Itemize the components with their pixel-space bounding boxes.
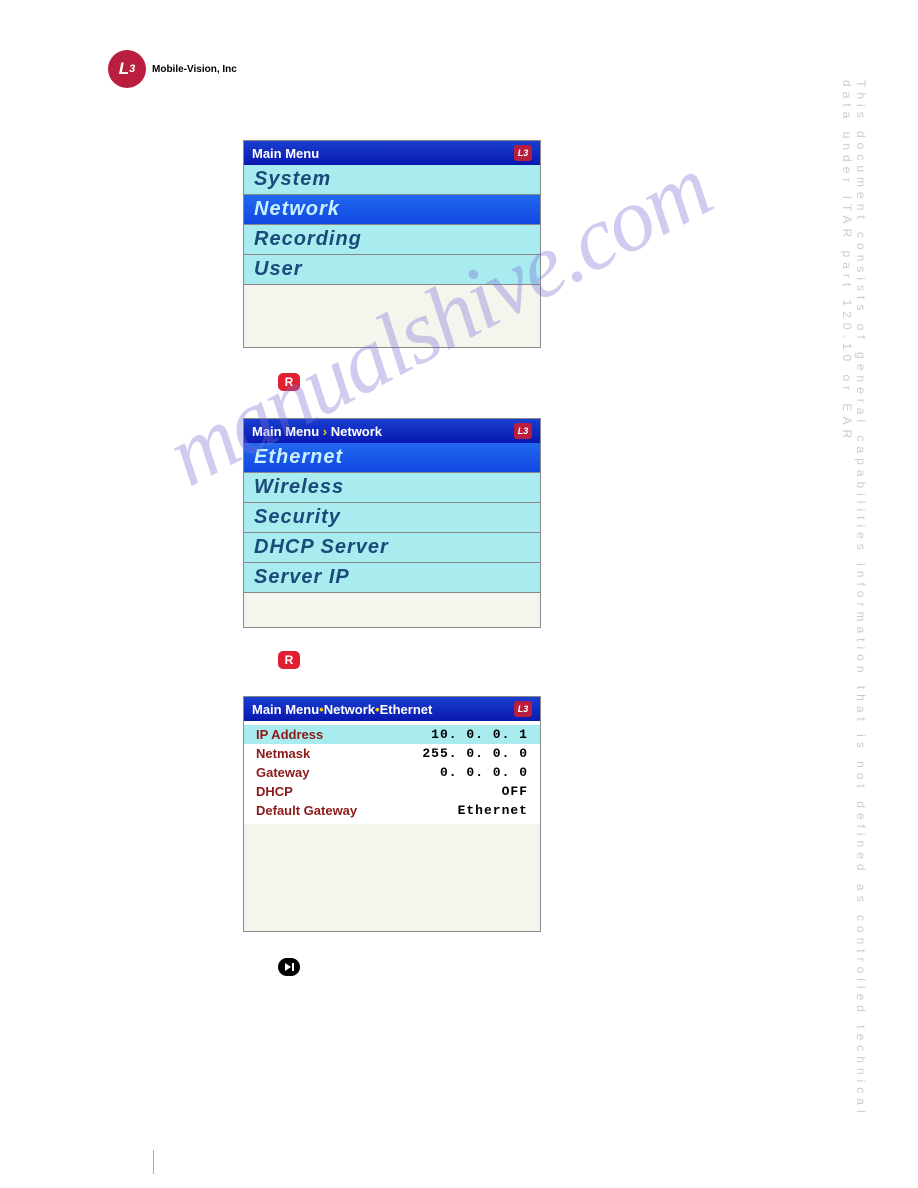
menu-item-system[interactable]: System <box>244 165 540 195</box>
setting-default-gateway[interactable]: Default Gateway Ethernet <box>244 801 540 820</box>
menu-item-security[interactable]: Security <box>244 503 540 533</box>
network-menu-titlebar: Main Menu › Network L3 <box>244 419 540 443</box>
setting-netmask[interactable]: Netmask 255. 0. 0. 0 <box>244 744 540 763</box>
breadcrumb-part: Network <box>331 424 382 439</box>
setting-label: DHCP <box>256 784 293 799</box>
setting-value: 10. 0. 0. 1 <box>431 727 528 742</box>
breadcrumb-part: Main Menu <box>252 702 319 717</box>
breadcrumb-part: Ethernet <box>380 702 433 717</box>
menu-item-wireless[interactable]: Wireless <box>244 473 540 503</box>
setting-label: Netmask <box>256 746 310 761</box>
l3-logo-icon: L3 <box>108 50 146 88</box>
play-pause-button-icon[interactable] <box>278 958 300 976</box>
setting-label: Default Gateway <box>256 803 357 818</box>
breadcrumb-part: Main Menu <box>252 424 319 439</box>
ethernet-settings-window: Main Menu•Network•Ethernet L3 IP Address… <box>243 696 541 932</box>
main-menu-window: Main Menu L3 System Network Recording Us… <box>243 140 541 348</box>
menu-item-dhcp-server[interactable]: DHCP Server <box>244 533 540 563</box>
l3-titlebar-icon: L3 <box>514 423 532 439</box>
setting-gateway[interactable]: Gateway 0. 0. 0. 0 <box>244 763 540 782</box>
r-button-icon[interactable]: R <box>278 651 300 669</box>
chevron-right-icon: › <box>323 424 331 439</box>
setting-value: OFF <box>502 784 528 799</box>
setting-value: 0. 0. 0. 0 <box>440 765 528 780</box>
menu-item-server-ip[interactable]: Server IP <box>244 563 540 593</box>
menu-item-network[interactable]: Network <box>244 195 540 225</box>
setting-label: IP Address <box>256 727 323 742</box>
menu-item-recording[interactable]: Recording <box>244 225 540 255</box>
main-menu-title: Main Menu <box>252 146 319 161</box>
setting-label: Gateway <box>256 765 309 780</box>
menu-item-ethernet[interactable]: Ethernet <box>244 443 540 473</box>
menu-item-user[interactable]: User <box>244 255 540 285</box>
itar-disclaimer: This document consists of general capabi… <box>840 80 868 1160</box>
setting-value: 255. 0. 0. 0 <box>422 746 528 761</box>
ethernet-breadcrumb: Main Menu•Network•Ethernet <box>252 702 432 717</box>
company-name: Mobile-Vision, Inc <box>152 64 237 75</box>
l3-titlebar-icon: L3 <box>514 701 532 717</box>
breadcrumb-part: Network <box>324 702 375 717</box>
company-logo-header: L3 Mobile-Vision, Inc <box>108 50 237 88</box>
r-button-icon[interactable]: R <box>278 373 300 391</box>
setting-value: Ethernet <box>458 803 528 818</box>
ethernet-settings-list: IP Address 10. 0. 0. 1 Netmask 255. 0. 0… <box>244 721 540 824</box>
network-menu-window: Main Menu › Network L3 Ethernet Wireless… <box>243 418 541 628</box>
page-divider <box>153 1150 154 1174</box>
l3-titlebar-icon: L3 <box>514 145 532 161</box>
setting-ip-address[interactable]: IP Address 10. 0. 0. 1 <box>244 725 540 744</box>
ethernet-titlebar: Main Menu•Network•Ethernet L3 <box>244 697 540 721</box>
setting-dhcp[interactable]: DHCP OFF <box>244 782 540 801</box>
main-menu-titlebar: Main Menu L3 <box>244 141 540 165</box>
network-breadcrumb: Main Menu › Network <box>252 424 382 439</box>
